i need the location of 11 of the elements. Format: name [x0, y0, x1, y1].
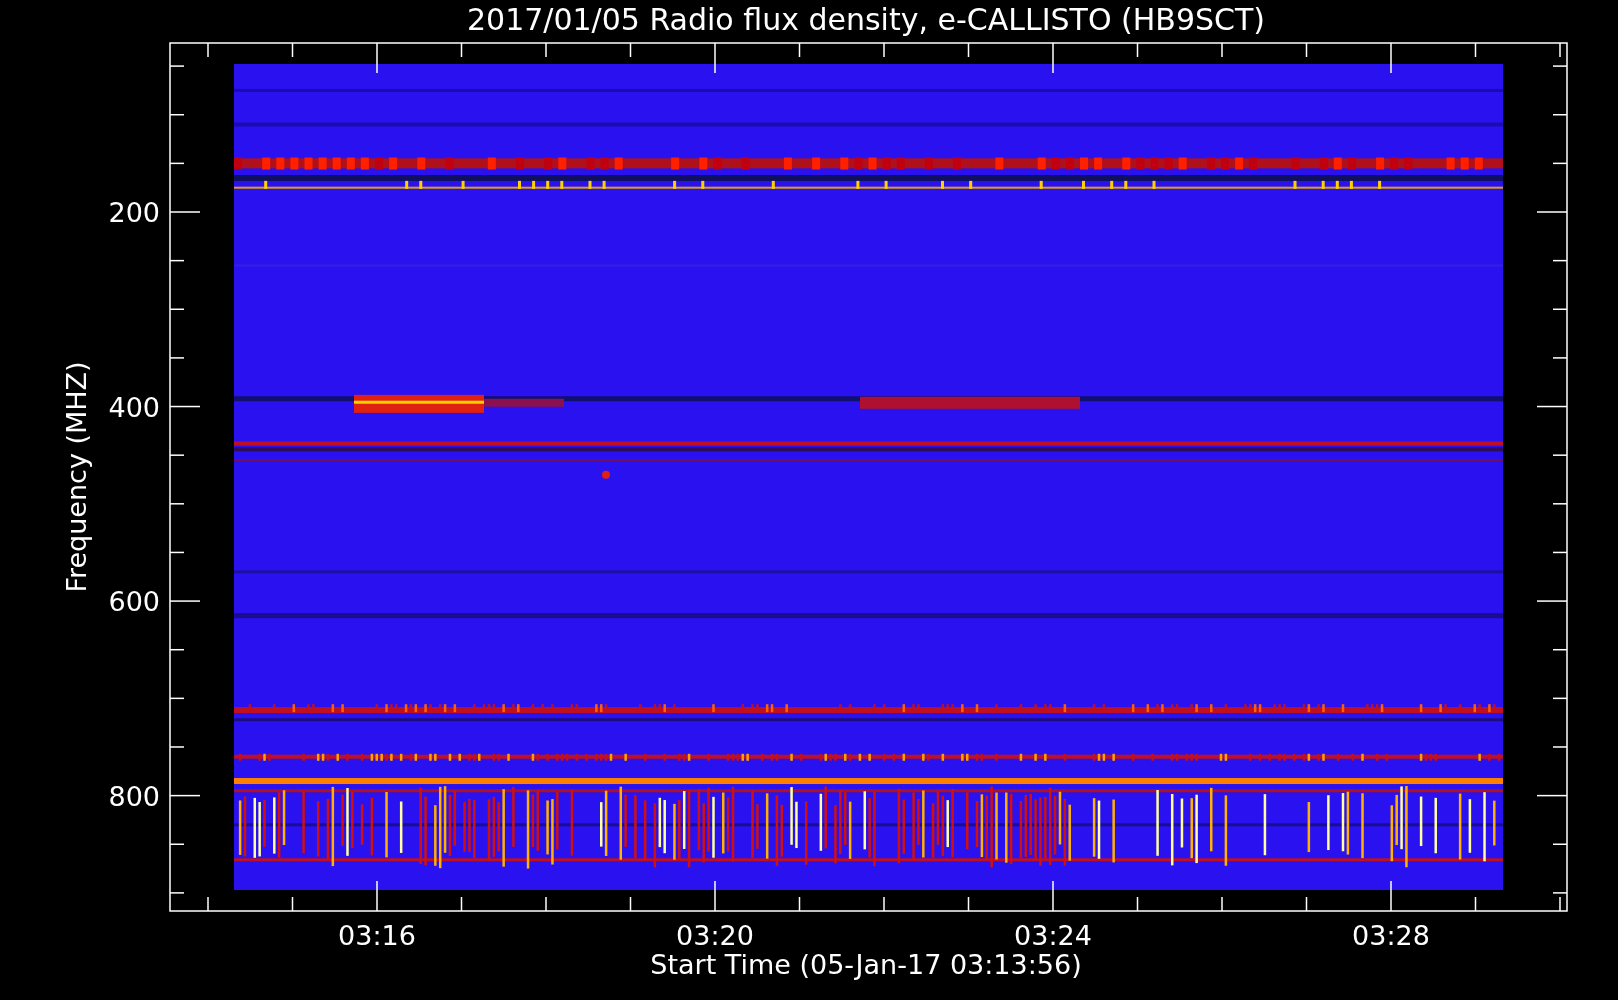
chart-title: 2017/01/05 Radio flux density, e-CALLISTO (HB9SCT) [467, 2, 1265, 37]
tick-label: 03:28 [1352, 920, 1430, 951]
axis-label: Frequency (MHZ) [61, 361, 92, 593]
tick-label: 400 [108, 391, 160, 423]
tick-label: 800 [108, 780, 160, 812]
tick-label: 03:20 [676, 920, 754, 951]
tick-label: 600 [108, 586, 160, 618]
axis-label: Start Time (05-Jan-17 03:13:56) [650, 949, 1082, 980]
tick-label: 03:16 [338, 920, 416, 951]
tick-label: 200 [108, 197, 160, 228]
tick-label: 03:24 [1014, 920, 1092, 951]
